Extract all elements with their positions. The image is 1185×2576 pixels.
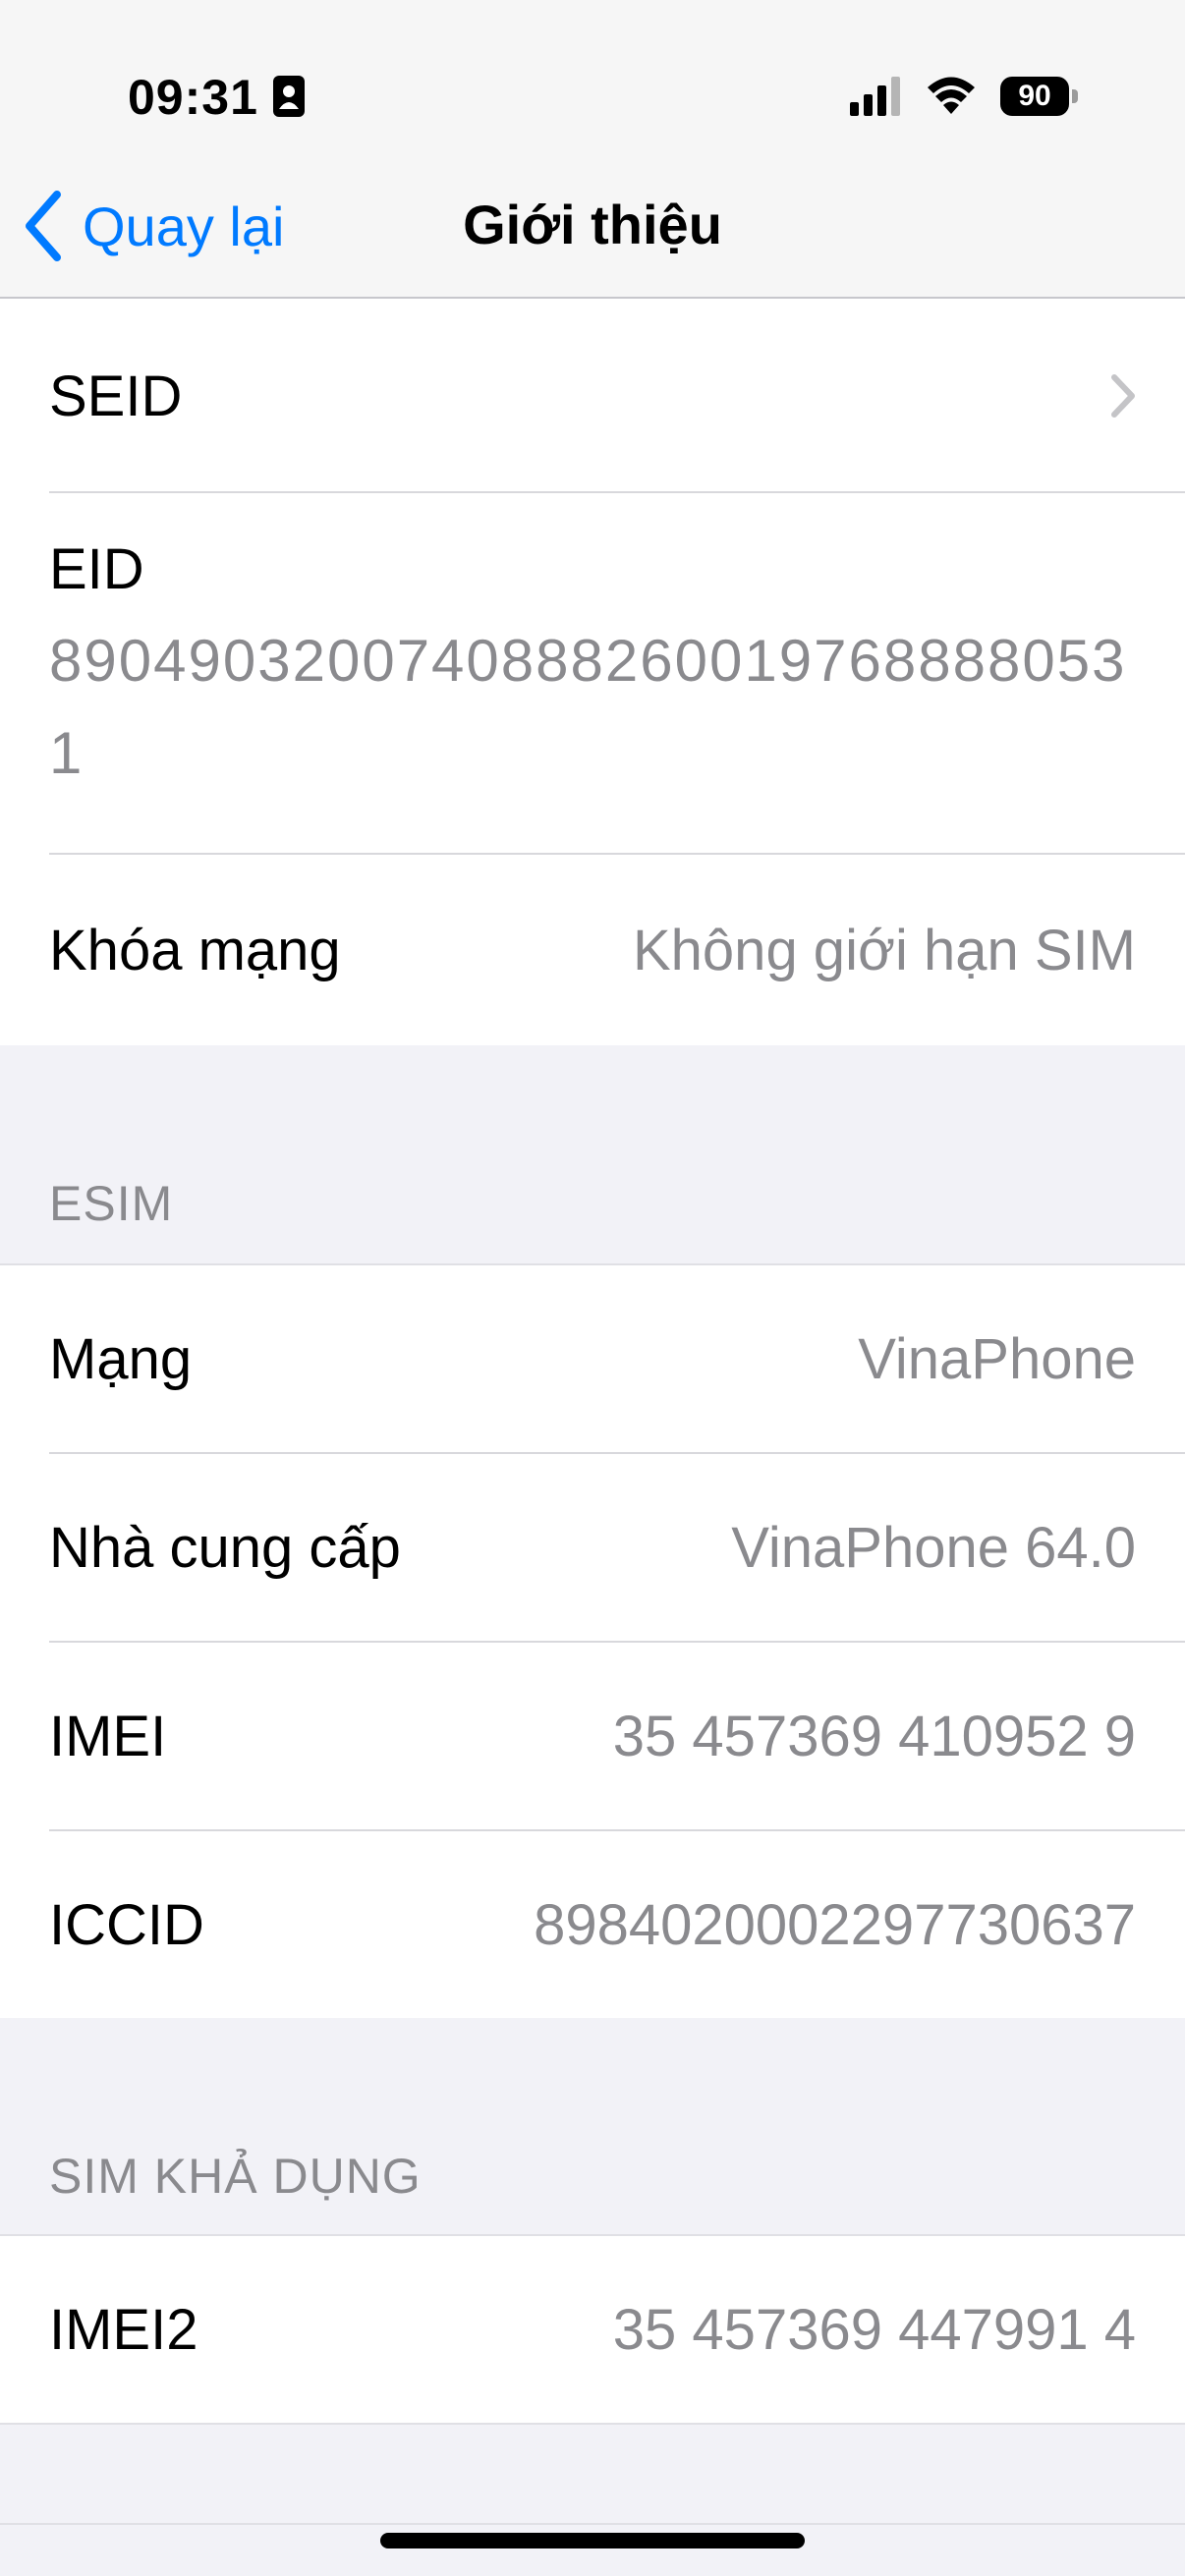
eid-value: 89049032007408882600197688880531: [49, 628, 1127, 786]
page-title: Giới thiệu: [463, 194, 722, 255]
esim-section-header: ESIM: [49, 1176, 174, 1231]
row-label: IMEI: [49, 1705, 167, 1768]
id-card-icon: [273, 76, 305, 117]
row-value: VinaPhone 64.0: [731, 1516, 1136, 1580]
battery-level: 90: [1000, 77, 1069, 116]
network-lock-value: Không giới hạn SIM: [632, 919, 1136, 982]
home-indicator[interactable]: [380, 2533, 805, 2548]
row-label: Nhà cung cấp: [49, 1516, 401, 1580]
network-lock-label: Khóa mạng: [49, 919, 341, 982]
row-value: VinaPhone: [858, 1327, 1136, 1391]
network-lock-row: Khóa mạng Không giới hạn SIM: [0, 855, 1185, 1045]
seid-row[interactable]: SEID: [0, 299, 1185, 491]
sim-available-group: IMEI2 35 457369 447991 4: [0, 2234, 1185, 2425]
carrier-row: Mạng VinaPhone: [0, 1265, 1185, 1452]
eid-row: EID 89049032007408882600197688880531: [0, 493, 1185, 853]
row-value: 35 457369 447991 4: [612, 2298, 1136, 2362]
wifi-icon: [926, 75, 977, 116]
imei-row: IMEI 35 457369 410952 9: [0, 1643, 1185, 1829]
row-label: ICCID: [49, 1893, 204, 1957]
row-value: 8984020002297730637: [534, 1893, 1136, 1957]
row-label: IMEI2: [49, 2298, 198, 2362]
cellular-signal-icon: [850, 77, 905, 116]
info-group: SEID EID 8904903200740888260019768888053…: [0, 299, 1185, 1045]
imei2-row: IMEI2 35 457369 447991 4: [0, 2236, 1185, 2423]
divider: [0, 2523, 1185, 2525]
battery-cap: [1072, 89, 1078, 103]
sim-available-section-header: SIM KHẢ DỤNG: [49, 2149, 422, 2204]
esim-group: Mạng VinaPhone Nhà cung cấp VinaPhone 64…: [0, 1263, 1185, 2018]
status-time: 09:31: [128, 70, 258, 125]
provider-row: Nhà cung cấp VinaPhone 64.0: [0, 1454, 1185, 1641]
row-value: 35 457369 410952 9: [612, 1705, 1136, 1768]
top-bar: 09:31 90 Quay lại Giới thiệu: [0, 0, 1185, 299]
iccid-row: ICCID 8984020002297730637: [0, 1831, 1185, 2018]
row-label: Mạng: [49, 1327, 193, 1391]
battery-icon: 90: [1000, 77, 1079, 116]
chevron-right-icon: [1111, 374, 1135, 418]
eid-label: EID: [49, 537, 144, 601]
seid-label: SEID: [49, 364, 183, 428]
